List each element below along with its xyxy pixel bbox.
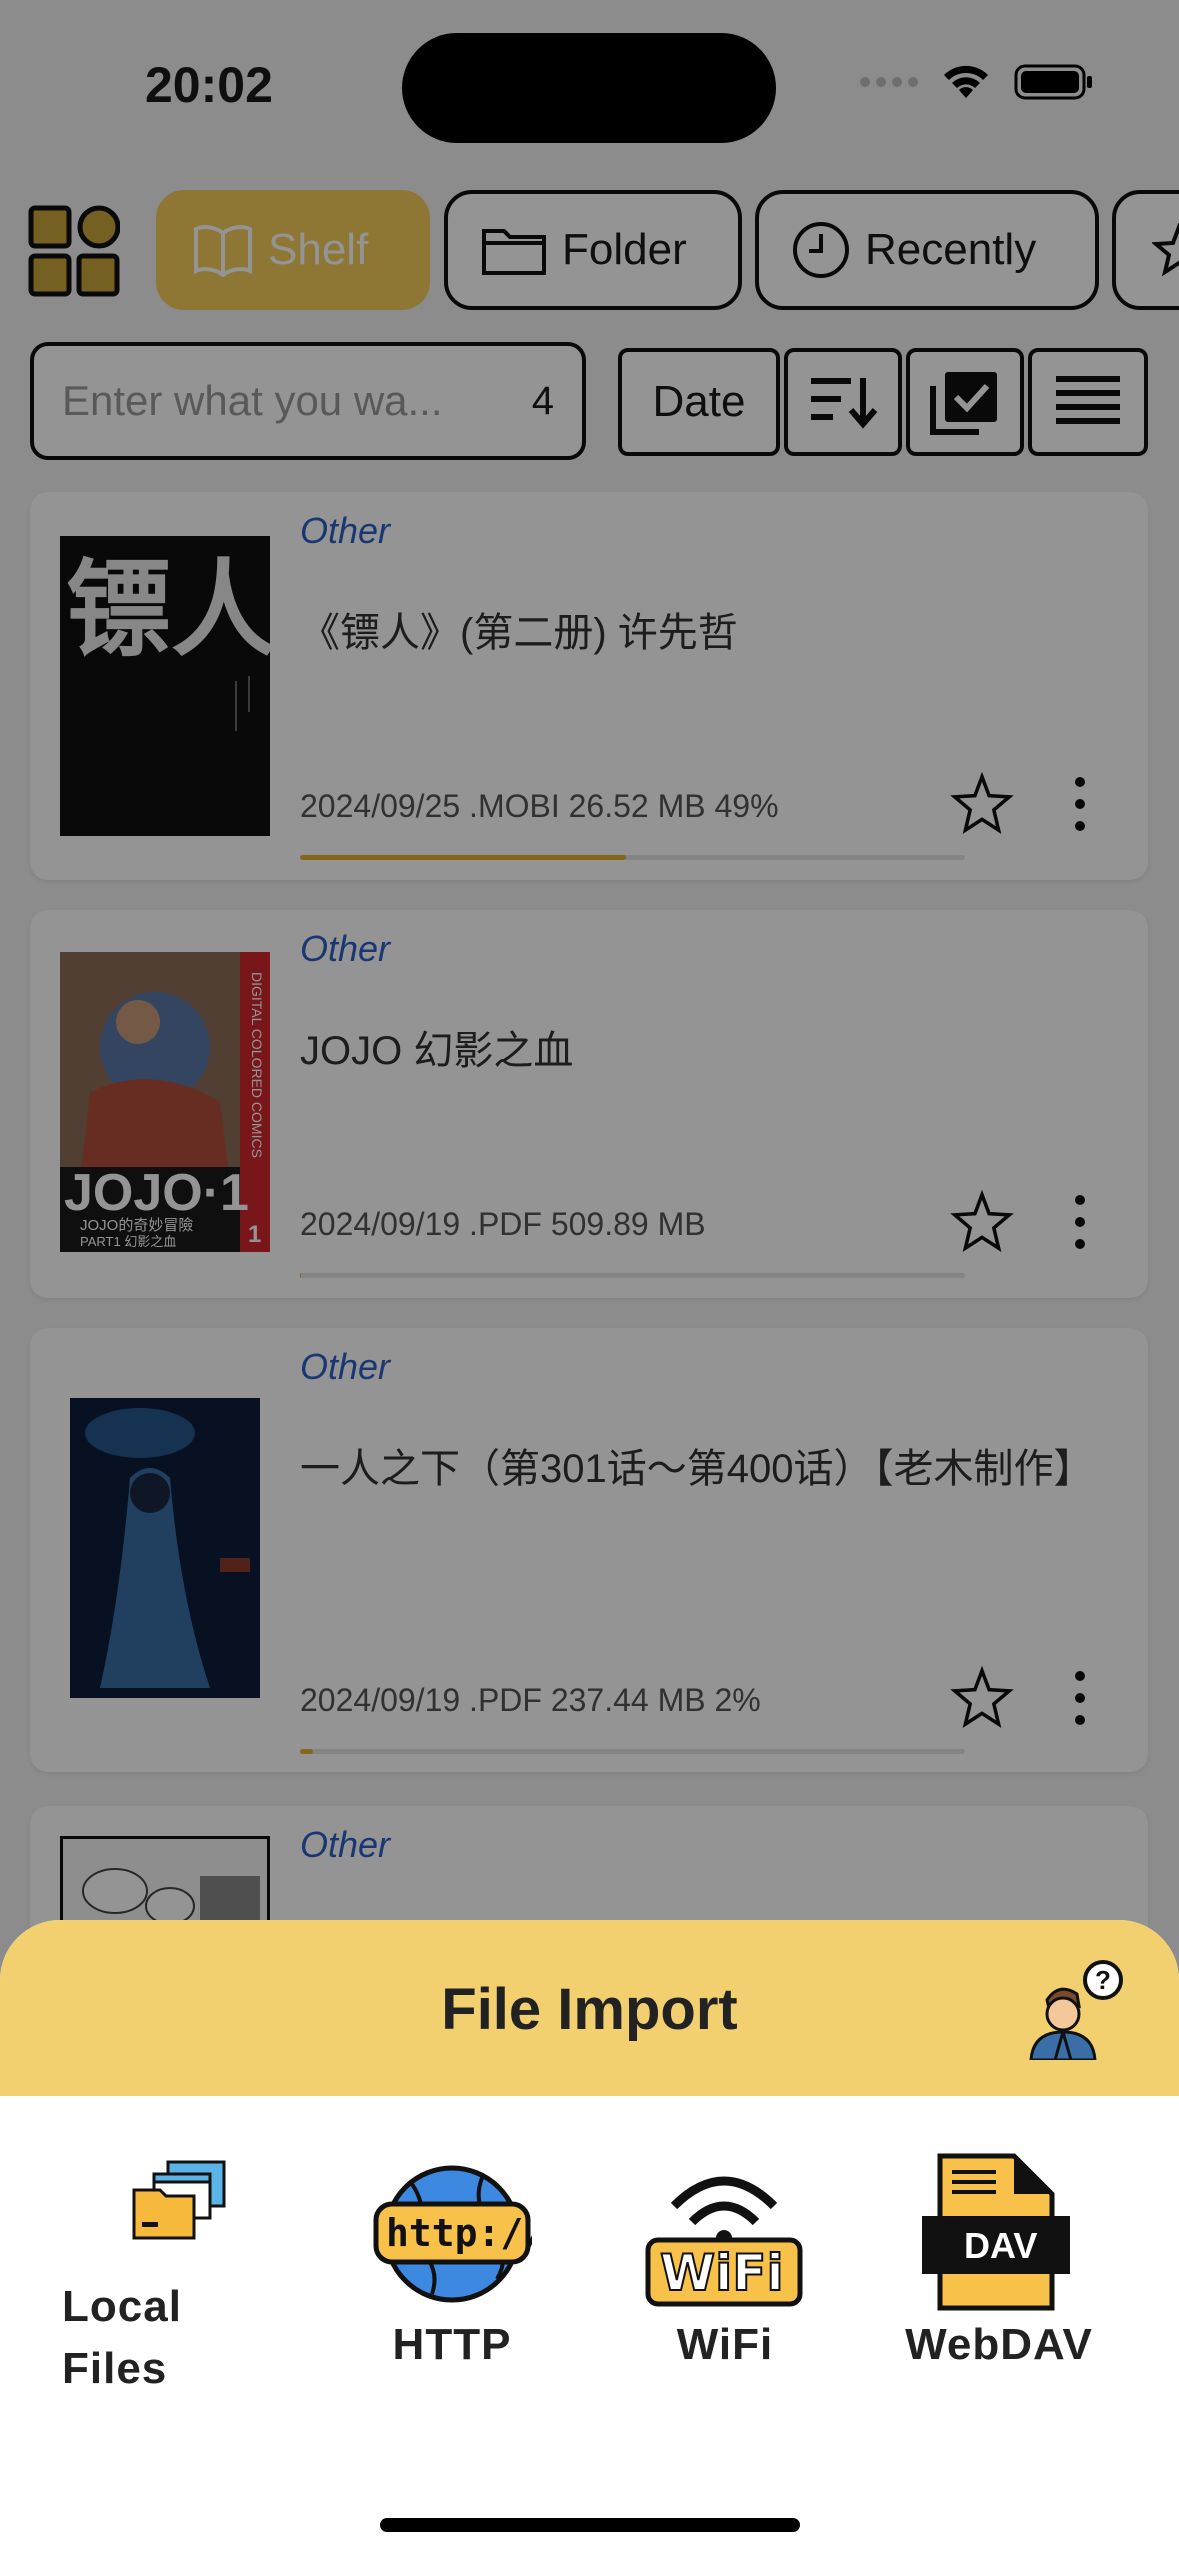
- import-option-http[interactable]: HTTP: [360, 2320, 544, 2370]
- http-globe-icon[interactable]: http://: [372, 2164, 532, 2304]
- import-option-local-files[interactable]: Local Files: [62, 2276, 182, 2400]
- local-files-icon[interactable]: [132, 2160, 228, 2240]
- app-screen: 20:02 Shelf Folder Recently Enter what y…: [0, 0, 1179, 2556]
- dav-badge-text: DAV: [964, 2225, 1037, 2266]
- http-badge-text: http://: [386, 2211, 532, 2255]
- dav-file-icon[interactable]: DAV: [918, 2152, 1074, 2312]
- svg-text:?: ?: [1095, 1965, 1111, 1995]
- file-import-sheet: File Import ? Local Files http:// HTTP W…: [0, 1920, 1179, 2556]
- wifi-badge-text: WiFi: [660, 2244, 784, 2302]
- sheet-header: File Import ?: [0, 1920, 1179, 2096]
- sheet-title: File Import: [441, 1977, 738, 2042]
- home-indicator[interactable]: [380, 2518, 800, 2532]
- import-option-webdav[interactable]: WebDAV: [890, 2320, 1108, 2370]
- help-person-icon[interactable]: ?: [1025, 1960, 1125, 2060]
- import-option-wifi[interactable]: WiFi: [640, 2320, 810, 2370]
- wifi-sign-icon[interactable]: WiFi: [644, 2158, 804, 2308]
